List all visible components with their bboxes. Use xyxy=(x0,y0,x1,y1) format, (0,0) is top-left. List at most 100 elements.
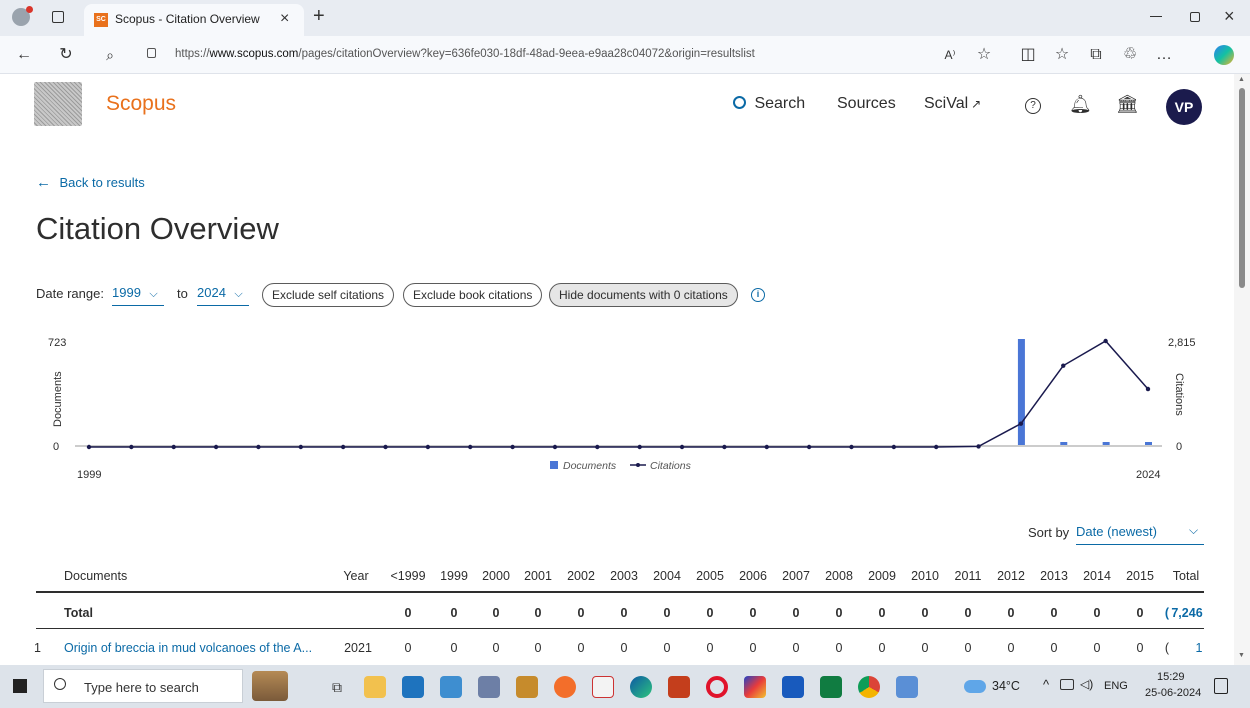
date-from-select[interactable]: 1999 ⌵ xyxy=(112,284,164,306)
read-aloud-icon[interactable]: A⁾ xyxy=(940,45,960,65)
citations-point[interactable] xyxy=(1103,338,1108,344)
hide-zero-citations-button[interactable]: Hide documents with 0 citations xyxy=(549,283,738,307)
citations-point[interactable] xyxy=(425,444,431,450)
notifications-icon[interactable] xyxy=(1214,678,1228,694)
citations-point[interactable] xyxy=(934,444,939,450)
browser-tab[interactable]: SC Scopus - Citation Overview × xyxy=(84,4,304,36)
citations-point[interactable] xyxy=(722,444,727,450)
document-title-link[interactable]: Origin of breccia in mud volcanoes of th… xyxy=(64,641,312,655)
table-header-cell[interactable]: 2010 xyxy=(910,569,940,583)
favorites-icon[interactable]: ☆ xyxy=(1052,45,1072,65)
nav-search[interactable]: Search xyxy=(733,95,805,113)
file-explorer-icon[interactable] xyxy=(364,676,386,698)
table-header-cell[interactable]: 2014 xyxy=(1082,569,1112,583)
settings-app-icon[interactable] xyxy=(478,676,500,698)
task-view-icon[interactable]: ⧉ xyxy=(332,679,342,696)
table-header-cell[interactable]: 1999 xyxy=(439,569,469,583)
citations-point[interactable] xyxy=(129,444,134,450)
citations-point[interactable] xyxy=(256,444,261,450)
temperature-text[interactable]: 34°C xyxy=(992,679,1020,693)
table-header-cell[interactable]: 2000 xyxy=(481,569,511,583)
table-header-cell[interactable]: 2001 xyxy=(523,569,553,583)
table-header-cell[interactable]: 2004 xyxy=(652,569,682,583)
clock-time[interactable]: 15:29 xyxy=(1157,671,1185,683)
citations-point[interactable] xyxy=(764,444,769,450)
institution-icon[interactable]: 🏛︎ xyxy=(1116,94,1139,115)
close-window-icon[interactable]: × xyxy=(1224,6,1235,27)
citations-point[interactable] xyxy=(891,444,897,450)
close-tab-icon[interactable]: × xyxy=(280,10,289,28)
sort-select[interactable]: Date (newest) ⌵ xyxy=(1076,523,1204,545)
collections-icon[interactable]: ⧉ xyxy=(1086,45,1106,65)
paint-app-icon[interactable] xyxy=(744,676,766,698)
copilot-icon[interactable] xyxy=(1214,45,1234,65)
citations-point[interactable] xyxy=(383,444,388,450)
taskbar-search-box[interactable]: Type here to search xyxy=(43,669,243,703)
table-header-cell[interactable]: 2009 xyxy=(867,569,897,583)
citations-point[interactable] xyxy=(806,444,812,450)
more-options-icon[interactable]: … xyxy=(1154,45,1174,65)
extension-icon[interactable]: ♲ xyxy=(1120,45,1140,65)
table-header-cell[interactable]: Year xyxy=(341,569,371,583)
table-header-cell[interactable]: Total xyxy=(1168,569,1204,583)
citations-point[interactable] xyxy=(637,444,642,450)
citations-point[interactable] xyxy=(552,444,558,450)
citations-point[interactable] xyxy=(340,444,346,450)
citations-point[interactable] xyxy=(171,444,176,450)
table-header-cell[interactable]: 2002 xyxy=(566,569,596,583)
store-icon[interactable] xyxy=(402,676,424,698)
network-icon[interactable] xyxy=(1060,679,1074,690)
citations-point[interactable] xyxy=(849,444,854,450)
page-scrollbar[interactable]: ▲ ▼ xyxy=(1234,74,1250,665)
table-header-cell[interactable]: <1999 xyxy=(390,569,426,583)
citations-point[interactable] xyxy=(595,444,600,450)
hidden-icons-chevron-icon[interactable]: ^ xyxy=(1043,677,1049,692)
total-cell-total[interactable]: 7,246 xyxy=(1170,606,1204,620)
pdf-reader-icon[interactable] xyxy=(592,676,614,698)
firefox-icon[interactable] xyxy=(554,676,576,698)
minimize-icon[interactable] xyxy=(1150,16,1162,17)
chrome-icon[interactable] xyxy=(858,676,880,698)
opera-icon[interactable] xyxy=(706,676,728,698)
exclude-self-citations-button[interactable]: Exclude self citations xyxy=(262,283,395,307)
news-widget-icon[interactable] xyxy=(252,671,288,701)
word-icon[interactable] xyxy=(782,676,804,698)
scroll-down-icon[interactable]: ▼ xyxy=(1238,652,1245,659)
citations-point[interactable] xyxy=(976,444,981,449)
split-screen-icon[interactable]: ◫ xyxy=(1018,45,1038,65)
citations-point[interactable] xyxy=(1145,386,1151,392)
scopus-brand[interactable]: Scopus xyxy=(106,92,176,116)
clock-date[interactable]: 25-06-2024 xyxy=(1145,687,1201,699)
bell-icon[interactable]: 🔔︎ xyxy=(1069,94,1092,115)
media-app-icon[interactable] xyxy=(516,676,538,698)
table-header-cell[interactable]: 2003 xyxy=(609,569,639,583)
scrollbar-thumb[interactable] xyxy=(1239,88,1245,288)
citations-point[interactable] xyxy=(298,444,303,450)
search-icon[interactable]: ⌕ xyxy=(100,45,120,65)
table-header-cell[interactable]: 2013 xyxy=(1039,569,1069,583)
info-icon[interactable]: i xyxy=(751,288,765,302)
favorite-star-icon[interactable]: ☆ xyxy=(974,45,994,65)
refresh-icon[interactable]: ↻ xyxy=(56,45,76,65)
help-icon[interactable]: ? xyxy=(1025,98,1041,114)
photos-icon[interactable] xyxy=(440,676,462,698)
weather-cloud-icon[interactable] xyxy=(964,680,986,693)
date-to-select[interactable]: 2024 ⌵ xyxy=(197,284,249,306)
exclude-book-citations-button[interactable]: Exclude book citations xyxy=(403,283,543,307)
app-icon[interactable] xyxy=(896,676,918,698)
language-indicator[interactable]: ENG xyxy=(1104,680,1128,692)
table-header-cell[interactable]: 2006 xyxy=(738,569,768,583)
citations-point[interactable] xyxy=(468,444,473,450)
volume-icon[interactable]: ◁) xyxy=(1080,677,1093,691)
nav-scival[interactable]: SciVal ↗ xyxy=(924,95,981,113)
nav-sources[interactable]: Sources xyxy=(837,95,896,113)
table-header-cell[interactable]: 2008 xyxy=(824,569,854,583)
citations-point[interactable] xyxy=(86,444,92,450)
table-header-cell[interactable]: 2015 xyxy=(1126,569,1154,583)
restore-icon[interactable] xyxy=(1190,12,1200,22)
powerpoint-icon[interactable] xyxy=(668,676,690,698)
windows-start-icon[interactable] xyxy=(13,679,27,693)
back-icon[interactable]: ← xyxy=(14,45,34,65)
table-header-cell[interactable]: 2007 xyxy=(781,569,811,583)
citations-point[interactable] xyxy=(213,444,219,450)
